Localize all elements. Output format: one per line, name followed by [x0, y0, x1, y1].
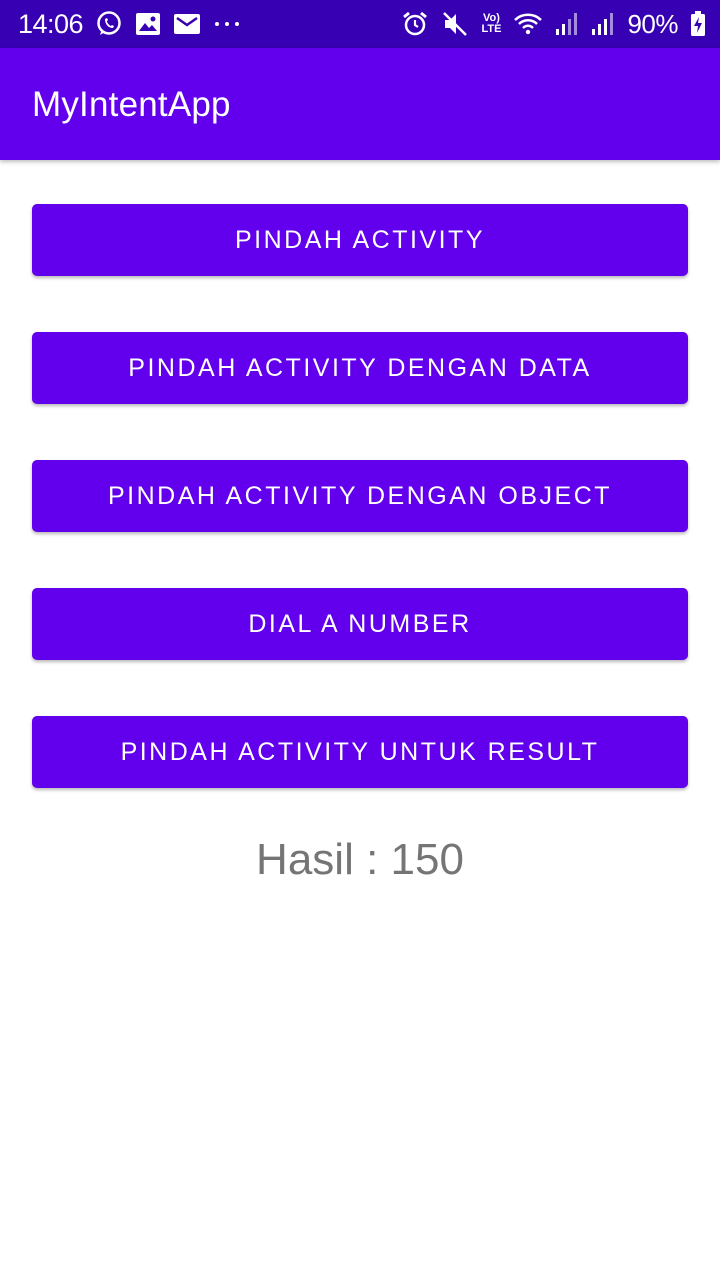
dial-number-button[interactable]: DIAL A NUMBER — [32, 588, 688, 660]
app-bar: MyIntentApp — [0, 48, 720, 160]
button-list: PINDAH ACTIVITY PINDAH ACTIVITY DENGAN D… — [32, 204, 688, 844]
more-dots-icon — [213, 20, 241, 28]
app-title: MyIntentApp — [32, 85, 231, 124]
signal-icon — [555, 12, 579, 36]
status-time: 14:06 — [18, 8, 84, 39]
status-left-group: 14:06 — [18, 9, 241, 40]
alarm-icon — [401, 10, 429, 38]
status-right-group: Vo) LTE 90% — [401, 9, 706, 40]
move-activity-with-object-button[interactable]: PINDAH ACTIVITY DENGAN OBJECT — [32, 460, 688, 532]
wifi-icon — [513, 11, 543, 37]
signal-icon — [591, 12, 615, 36]
mute-icon — [441, 10, 469, 38]
move-activity-with-data-button[interactable]: PINDAH ACTIVITY DENGAN DATA — [32, 332, 688, 404]
result-text: Hasil : 150 — [256, 835, 464, 884]
mail-icon — [173, 13, 201, 35]
whatsapp-icon — [95, 10, 123, 38]
battery-charging-icon — [690, 11, 706, 37]
volte-icon: Vo) LTE — [481, 13, 501, 35]
gallery-icon — [135, 12, 161, 36]
status-bar: 14:06 Vo) LTE 90% — [0, 0, 720, 48]
lte-label: LTE — [481, 23, 502, 35]
battery-level: 90% — [627, 8, 678, 39]
move-activity-button[interactable]: PINDAH ACTIVITY — [32, 204, 688, 276]
move-activity-for-result-button[interactable]: PINDAH ACTIVITY UNTUK RESULT — [32, 716, 688, 788]
